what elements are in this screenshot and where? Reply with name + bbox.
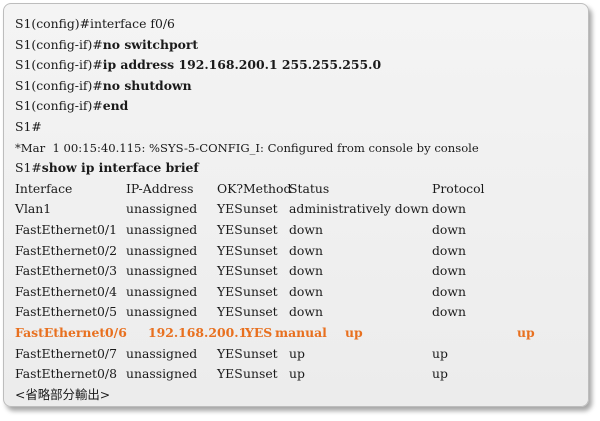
table-row: FastEthernet0/8 unassigned YES unset up up	[15, 364, 585, 385]
table-row: FastEthernet0/1 unassigned YES unset down dow…	[15, 220, 585, 241]
cell-protocol: up	[432, 345, 448, 361]
cell-ok: YES	[217, 263, 243, 279]
cell-protocol: down	[432, 304, 466, 320]
cli-prompt: S1(config-if)#	[15, 77, 103, 93]
header-ok: OK?	[217, 180, 244, 196]
cell-protocol: down	[432, 221, 466, 237]
table-row: Vlan1 unassigned YES unset administratively …	[15, 199, 585, 220]
cell-interface: FastEthernet0/5	[15, 304, 117, 320]
config-line: S1(config-if)#ip address 192.168.200.1 2…	[15, 55, 585, 76]
table-row: FastEthernet0/4 unassigned YES unset down dow…	[15, 282, 585, 303]
cell-status: down	[289, 283, 323, 299]
cell-protocol: down	[432, 283, 466, 299]
config-line: S1(config-if)#no shutdown	[15, 76, 585, 97]
cell-ok: YES	[217, 221, 243, 237]
cell-method: unset	[243, 366, 278, 382]
cell-interface: FastEthernet0/6	[15, 324, 127, 340]
cell-protocol: down	[432, 201, 466, 217]
cell-method: unset	[243, 201, 278, 217]
header-method: Method	[243, 180, 292, 196]
cell-method: unset	[243, 263, 278, 279]
cli-command: interface f0/6	[90, 16, 175, 31]
cell-ip-address: unassigned	[126, 263, 198, 279]
header-status: Status	[289, 180, 330, 196]
cell-ip-address: unassigned	[126, 242, 198, 258]
cell-method: unset	[243, 345, 278, 361]
cell-status: up	[289, 366, 305, 382]
cell-method: unset	[243, 304, 278, 320]
cli-command: no switchport	[102, 36, 199, 52]
interface-table-body: Vlan1 unassigned YES unset administratively …	[15, 199, 585, 384]
cli-prompt: S1(config)#	[15, 16, 90, 31]
cell-interface: FastEthernet0/4	[15, 283, 117, 299]
cell-status: down	[289, 221, 323, 237]
cli-command: end	[102, 98, 129, 114]
cli-prompt: S1(config-if)#	[15, 57, 103, 73]
header-ip-address: IP-Address	[126, 180, 194, 196]
cell-interface: FastEthernet0/7	[15, 345, 117, 361]
cell-status: up	[345, 324, 363, 340]
header-interface: Interface	[15, 180, 73, 196]
table-header: Interface IP-Address OK? Method Status P…	[15, 179, 585, 200]
cell-method: unset	[243, 242, 278, 258]
terminal-panel: S1(config)#interface f0/6 S1(config-if)#…	[3, 3, 589, 407]
config-line: S1(config)#interface f0/6	[15, 14, 585, 35]
cell-ok: YES	[217, 366, 243, 382]
cell-status: up	[289, 345, 305, 361]
table-row: FastEthernet0/7 unassigned YES unset up up	[15, 344, 585, 365]
cell-ip-address: unassigned	[126, 304, 198, 320]
cell-ip-address: 192.168.200.1	[148, 324, 248, 340]
cli-prompt: S1(config-if)#	[15, 36, 103, 52]
table-row: FastEthernet0/3 unassigned YES unset down dow…	[15, 261, 585, 282]
config-line: S1(config-if)#end	[15, 96, 585, 117]
table-row: FastEthernet0/5 unassigned YES unset down dow…	[15, 302, 585, 323]
cell-interface: FastEthernet0/1	[15, 221, 117, 237]
cli-prompt: S1#	[15, 160, 42, 176]
cell-interface: Vlan1	[15, 201, 52, 217]
cell-protocol: down	[432, 263, 466, 279]
cli-command: show ip interface brief	[41, 160, 199, 176]
cell-ok: YES	[217, 345, 243, 361]
cell-interface: FastEthernet0/8	[15, 366, 117, 382]
terminal-output: S1(config)#interface f0/6 S1(config-if)#…	[15, 14, 585, 405]
config-line: S1(config-if)#no switchport	[15, 35, 585, 56]
cell-method: unset	[243, 221, 278, 237]
cell-protocol: up	[432, 366, 448, 382]
cell-interface: FastEthernet0/3	[15, 263, 117, 279]
show-command-line: S1#show ip interface brief	[15, 158, 585, 179]
cell-ok: YES	[217, 242, 243, 258]
cell-ok: YES	[245, 324, 273, 340]
cell-status: administratively down	[289, 201, 429, 217]
cell-ok: YES	[217, 201, 243, 217]
cell-status: down	[289, 304, 323, 320]
cell-ok: YES	[217, 283, 243, 299]
omitted-output-note: <省略部分輸出>	[15, 386, 111, 402]
cell-protocol: down	[432, 242, 466, 258]
config-line: S1#	[15, 117, 585, 138]
cell-method: unset	[243, 283, 278, 299]
cell-ip-address: unassigned	[126, 345, 198, 361]
cell-interface: FastEthernet0/2	[15, 242, 117, 258]
cell-ip-address: unassigned	[126, 283, 198, 299]
cell-ip-address: unassigned	[126, 201, 198, 217]
table-row-highlighted: FastEthernet0/6 192.168.200.1 YES manual up u…	[15, 323, 585, 344]
cell-ok: YES	[217, 304, 243, 320]
cell-status: down	[289, 242, 323, 258]
table-row: FastEthernet0/2 unassigned YES unset down dow…	[15, 241, 585, 262]
cli-prompt: S1#	[15, 118, 42, 134]
cell-method: manual	[275, 324, 327, 340]
cell-protocol: up	[517, 324, 535, 340]
cell-ip-address: unassigned	[126, 221, 198, 237]
cli-command: ip address 192.168.200.1 255.255.255.0	[102, 57, 382, 73]
cell-status: down	[289, 263, 323, 279]
cell-ip-address: unassigned	[126, 366, 198, 382]
cli-prompt: S1(config-if)#	[15, 98, 103, 114]
syslog-message: *Mar 1 00:15:40.115: %SYS-5-CONFIG_I: Co…	[15, 140, 479, 155]
header-protocol: Protocol	[432, 180, 485, 196]
cli-command: no shutdown	[102, 77, 192, 93]
